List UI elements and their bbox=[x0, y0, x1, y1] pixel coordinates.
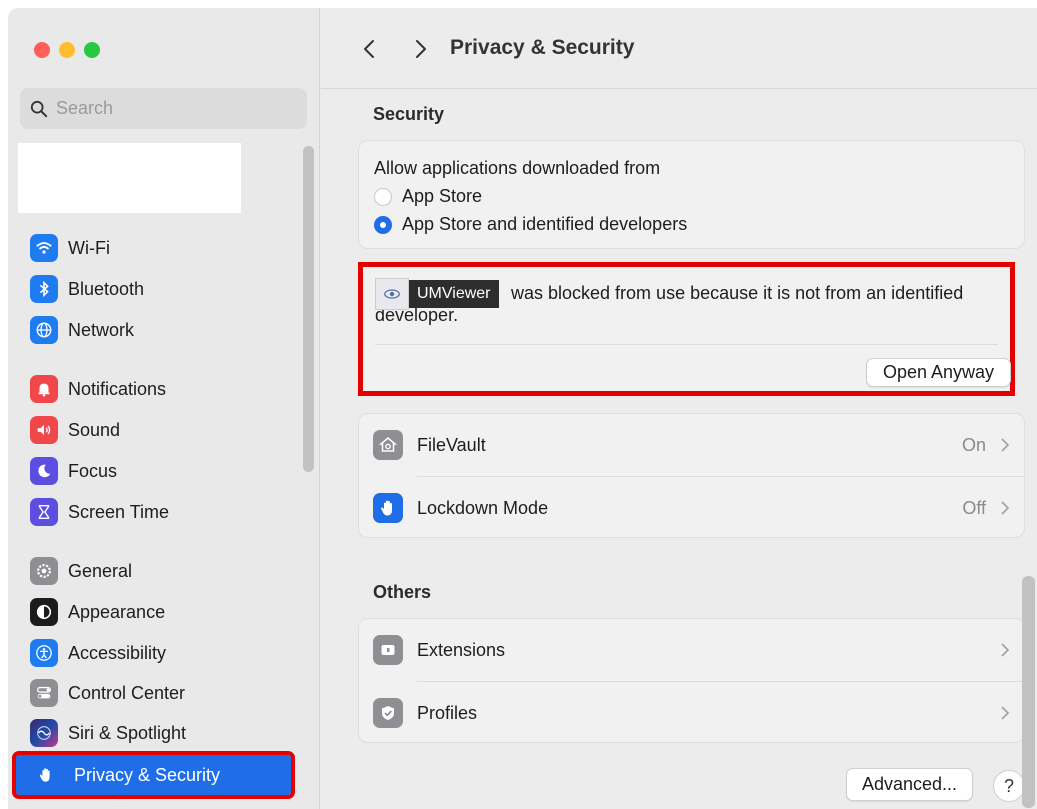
bluetooth-icon bbox=[30, 275, 58, 303]
radio-app-store[interactable]: App Store bbox=[374, 186, 482, 207]
sidebar-item-label: Siri & Spotlight bbox=[68, 722, 187, 743]
search-icon bbox=[30, 100, 48, 117]
sidebar-item-accessibility[interactable]: Accessibility bbox=[30, 636, 166, 670]
sidebar-item-label: Appearance bbox=[68, 601, 166, 622]
sidebar: Wi-Fi Bluetooth Network Notifications So… bbox=[8, 8, 320, 809]
chevron-right-icon bbox=[1001, 501, 1010, 515]
hand-icon bbox=[32, 761, 60, 789]
sidebar-item-label: Wi-Fi bbox=[68, 237, 110, 258]
sidebar-item-network[interactable]: Network bbox=[30, 313, 134, 347]
filevault-status: On bbox=[961, 434, 986, 455]
sidebar-item-screen-time[interactable]: Screen Time bbox=[30, 495, 169, 529]
close-window-button[interactable] bbox=[34, 42, 50, 58]
sidebar-item-control-center[interactable]: Control Center bbox=[30, 676, 185, 710]
sidebar-item-privacy-security[interactable]: Privacy & Security bbox=[12, 751, 295, 799]
sidebar-item-wifi[interactable]: Wi-Fi bbox=[30, 231, 110, 265]
divider bbox=[375, 344, 998, 345]
extensions-icon bbox=[373, 635, 403, 665]
row-extensions[interactable]: Extensions bbox=[359, 619, 1024, 681]
sidebar-item-label: Accessibility bbox=[68, 642, 167, 663]
appearance-icon bbox=[30, 598, 58, 626]
radio-indicator bbox=[374, 187, 392, 206]
chevron-left-icon bbox=[364, 40, 374, 58]
hand-icon bbox=[373, 493, 403, 523]
wifi-icon bbox=[30, 234, 58, 262]
advanced-button[interactable]: Advanced... bbox=[846, 768, 973, 801]
radio-indicator-selected bbox=[374, 215, 392, 234]
hourglass-icon bbox=[30, 498, 58, 526]
radio-label: App Store bbox=[402, 186, 483, 206]
sidebar-item-appearance[interactable]: Appearance bbox=[30, 595, 165, 629]
search-field[interactable] bbox=[20, 88, 307, 129]
sidebar-item-label: General bbox=[68, 560, 133, 581]
sidebar-item-label: Privacy & Security bbox=[74, 764, 221, 785]
page-title: Privacy & Security bbox=[450, 36, 635, 59]
zoom-window-button[interactable] bbox=[84, 42, 100, 58]
chevron-right-icon bbox=[1001, 706, 1010, 720]
bell-icon bbox=[30, 375, 58, 403]
profiles-icon bbox=[373, 698, 403, 728]
radio-app-store-identified[interactable]: App Store and identified developers bbox=[374, 214, 687, 235]
row-label: Profiles bbox=[417, 702, 478, 723]
blocked-app-chip: UMViewer bbox=[375, 278, 499, 310]
help-button[interactable]: ? bbox=[993, 770, 1025, 802]
sidebar-item-siri-spotlight[interactable]: Siri & Spotlight bbox=[30, 716, 186, 750]
forward-button[interactable] bbox=[409, 35, 433, 63]
sidebar-item-focus[interactable]: Focus bbox=[30, 454, 117, 488]
sidebar-item-general[interactable]: General bbox=[30, 554, 132, 588]
allow-apps-label: Allow applications downloaded from bbox=[374, 158, 661, 178]
row-label: Extensions bbox=[417, 639, 506, 660]
sidebar-item-label: Notifications bbox=[68, 378, 167, 399]
accessibility-icon bbox=[30, 639, 58, 667]
row-filevault[interactable]: FileVault On bbox=[359, 414, 1024, 476]
globe-icon bbox=[30, 316, 58, 344]
toggles-icon bbox=[30, 679, 58, 707]
chevron-right-icon bbox=[416, 40, 426, 58]
row-label: FileVault bbox=[417, 434, 486, 455]
sidebar-item-label: Screen Time bbox=[68, 501, 170, 522]
search-input[interactable] bbox=[56, 98, 286, 119]
security-rows-card: FileVault On Lockdown Mode Off bbox=[358, 413, 1025, 538]
main-content: Privacy & Security Security Allow applic… bbox=[321, 8, 1037, 809]
sidebar-scrollbar[interactable] bbox=[303, 146, 314, 472]
blocked-app-name: UMViewer bbox=[409, 280, 499, 308]
minimize-window-button[interactable] bbox=[59, 42, 75, 58]
speaker-icon bbox=[30, 416, 58, 444]
toolbar-divider bbox=[321, 88, 1037, 89]
sidebar-item-sound[interactable]: Sound bbox=[30, 413, 120, 447]
moon-icon bbox=[30, 457, 58, 485]
gear-icon bbox=[30, 557, 58, 585]
chevron-right-icon bbox=[1001, 643, 1010, 657]
others-section-title: Others bbox=[373, 582, 432, 602]
chevron-right-icon bbox=[1001, 438, 1010, 452]
settings-window: Wi-Fi Bluetooth Network Notifications So… bbox=[8, 8, 1037, 809]
sidebar-item-label: Control Center bbox=[68, 682, 186, 703]
main-scrollbar[interactable] bbox=[1022, 576, 1035, 808]
open-anyway-button[interactable]: Open Anyway bbox=[866, 358, 1011, 387]
radio-label: App Store and identified developers bbox=[402, 214, 688, 234]
security-section-title: Security bbox=[373, 104, 445, 124]
sidebar-item-label: Sound bbox=[68, 419, 121, 440]
row-profiles[interactable]: Profiles bbox=[359, 682, 1024, 744]
app-eye-icon bbox=[375, 278, 409, 310]
sidebar-item-notifications[interactable]: Notifications bbox=[30, 372, 166, 406]
siri-icon bbox=[30, 719, 58, 747]
lockdown-status: Off bbox=[962, 497, 986, 518]
allow-apps-card: Allow applications downloaded from App S… bbox=[358, 140, 1025, 249]
filevault-icon bbox=[373, 430, 403, 460]
sidebar-item-label: Network bbox=[68, 319, 135, 340]
blocked-app-notice: was blocked from use because it is not f… bbox=[358, 262, 1015, 396]
apple-account-card[interactable] bbox=[18, 143, 241, 213]
sidebar-item-bluetooth[interactable]: Bluetooth bbox=[30, 272, 144, 306]
back-button[interactable] bbox=[357, 35, 381, 63]
sidebar-item-label: Bluetooth bbox=[68, 278, 145, 299]
others-rows-card: Extensions Profiles bbox=[358, 618, 1025, 743]
row-lockdown-mode[interactable]: Lockdown Mode Off bbox=[359, 477, 1024, 539]
row-label: Lockdown Mode bbox=[417, 497, 549, 518]
sidebar-item-label: Focus bbox=[68, 460, 118, 481]
